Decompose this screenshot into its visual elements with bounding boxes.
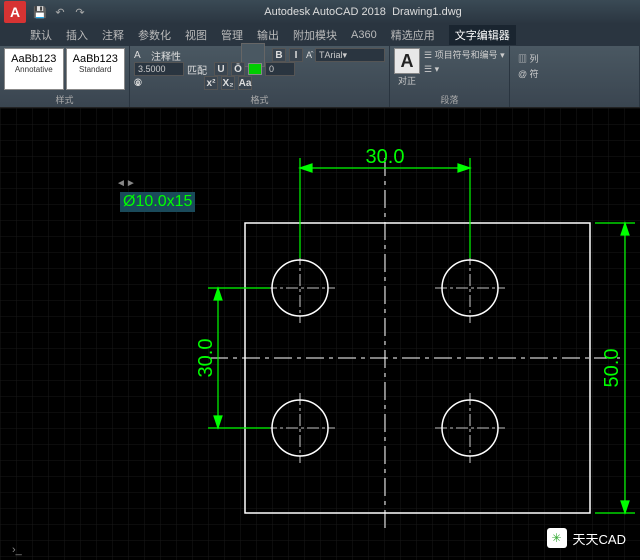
mtext-move-handle[interactable]: ◄►	[116, 178, 136, 189]
style-standard[interactable]: AaBb123 Standard	[66, 48, 126, 90]
tab-parametric[interactable]: 参数化	[138, 27, 171, 43]
tab-default[interactable]: 默认	[30, 27, 52, 43]
clear-button[interactable]: Aa	[238, 76, 252, 90]
panel-style-label: 样式	[0, 93, 129, 106]
justify-label: 对正	[394, 74, 420, 87]
bold-button[interactable]: B	[272, 48, 286, 62]
dim-top: 30.0	[366, 146, 405, 168]
tab-view[interactable]: 视图	[185, 27, 207, 43]
sub-button[interactable]: X₂	[221, 76, 235, 90]
command-line-caret[interactable]: ›_	[12, 544, 22, 556]
height-input[interactable]: 3.5000	[134, 62, 184, 76]
match-label: 匹配	[187, 62, 211, 77]
sup-button[interactable]: x²	[204, 76, 218, 90]
drawing-svg: 30.0 30.0 50.0	[0, 108, 640, 560]
columns-button[interactable]: ▥ 列	[518, 52, 631, 65]
qat-redo[interactable]: ↷	[71, 3, 89, 21]
tab-output[interactable]: 输出	[257, 27, 279, 43]
tab-insert[interactable]: 插入	[66, 27, 88, 43]
window-title: Autodesk AutoCAD 2018 Drawing1.dwg	[90, 6, 636, 18]
app-logo[interactable]: A	[4, 1, 26, 23]
color-swatch[interactable]	[248, 63, 262, 75]
panel-paragraph: A 对正 ☰ 项目符号和编号 ▾ ☰ ▾ 段落	[390, 46, 510, 107]
font-dropdown[interactable]: T Arial ▾	[315, 48, 385, 62]
titlebar: A 💾 ↶ ↷ Autodesk AutoCAD 2018 Drawing1.d…	[0, 0, 640, 24]
overline-button[interactable]: Ō	[231, 62, 245, 76]
dim-right: 50.0	[601, 349, 623, 388]
dim-left: 30.0	[195, 339, 217, 378]
bullets-dropdown[interactable]: ☰ 项目符号和编号 ▾	[424, 48, 505, 61]
panel-style: AaBb123 Annotative AaBb123 Standard 样式	[0, 46, 130, 107]
symbol-button[interactable]: @ 符	[518, 67, 631, 80]
wechat-icon: ✳	[547, 528, 567, 548]
style-annotative[interactable]: AaBb123 Annotative	[4, 48, 64, 90]
italic-button[interactable]: I	[289, 48, 303, 62]
panel-format: A 注释性 B I А̂ T Arial ▾ 3.5000 匹配 U Ō 0 🞋…	[130, 46, 390, 107]
qat-undo[interactable]: ↶	[51, 3, 69, 21]
tab-addins[interactable]: 附加模块	[293, 27, 337, 43]
justify-button[interactable]: A	[394, 48, 420, 74]
ribbon-tabs: 默认 插入 注释 参数化 视图 管理 输出 附加模块 A360 精选应用 文字编…	[0, 24, 640, 46]
layer-dropdown[interactable]: 0	[265, 62, 295, 76]
tab-featured[interactable]: 精选应用	[391, 27, 435, 43]
watermark: ✳ 天天CAD	[547, 528, 626, 548]
qat-save[interactable]: 💾	[31, 3, 49, 21]
tab-text-editor[interactable]: 文字编辑器	[449, 25, 516, 45]
panel-para-label: 段落	[390, 93, 509, 106]
panel-format-label: 格式	[130, 93, 389, 106]
panel-more: ▥ 列 @ 符	[510, 46, 640, 107]
tab-manage[interactable]: 管理	[221, 27, 243, 43]
mtext-editor[interactable]: ◄► Ø10.0x15	[120, 192, 195, 212]
annotative-toggle[interactable]: 注释性	[151, 48, 181, 63]
tab-a360[interactable]: A360	[351, 29, 377, 41]
tab-annotate[interactable]: 注释	[102, 27, 124, 43]
ribbon: AaBb123 Annotative AaBb123 Standard 样式 A…	[0, 46, 640, 108]
underline-button[interactable]: U	[214, 62, 228, 76]
